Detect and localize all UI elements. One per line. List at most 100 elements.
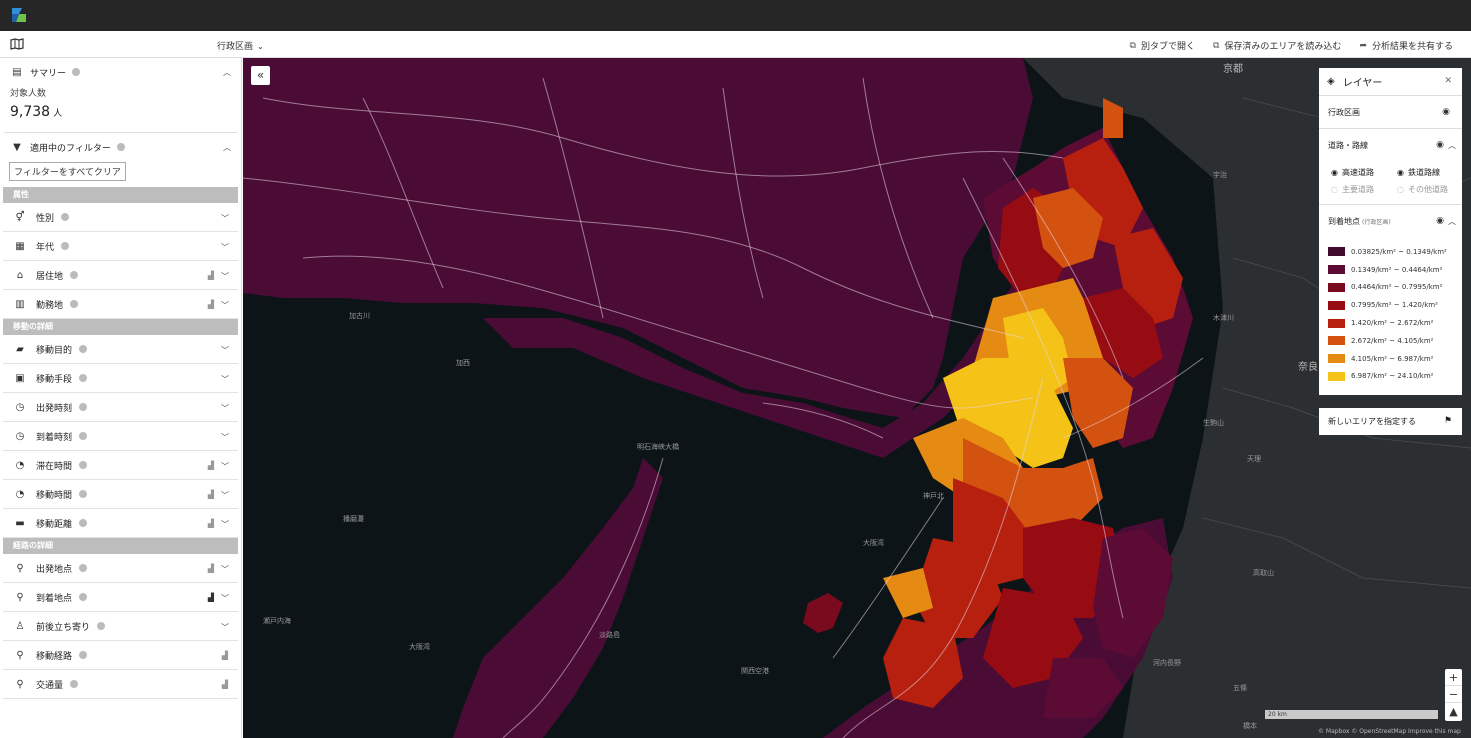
collapse-sidebar-button[interactable]: « <box>251 66 270 85</box>
filter-row-origin[interactable]: ⚲ 出発地点 ▟ ﹀ <box>3 554 238 583</box>
chevron-down-icon[interactable]: ﹀ <box>221 345 229 356</box>
filters-header[interactable]: ▼ 適用中のフィルター ︿ <box>0 133 241 161</box>
chevron-up-icon[interactable]: ︿ <box>223 142 231 153</box>
bar-chart-icon[interactable]: ▟ <box>208 519 214 528</box>
legend-label: 6.987/km² ~ 24.10/km² <box>1351 372 1434 381</box>
info-icon[interactable] <box>116 143 125 151</box>
clear-filters-button[interactable]: フィルターをすべてクリア <box>9 162 126 181</box>
layer-admin[interactable]: 行政区画 ◉ <box>1319 96 1462 129</box>
filter-row-travel-time[interactable]: ◔ 移動時間 ▟ ﹀ <box>3 480 238 509</box>
chevron-up-icon[interactable]: ︿ <box>1448 216 1456 227</box>
filter-row-departure-time[interactable]: ◷ 出発時刻 ﹀ <box>3 393 238 422</box>
filter-row-distance[interactable]: ▬ 移動距離 ▟ ﹀ <box>3 509 238 538</box>
bar-chart-icon[interactable]: ▟ <box>208 461 214 470</box>
filter-row-transport[interactable]: ▣ 移動手段 ﹀ <box>3 364 238 393</box>
info-icon[interactable] <box>79 651 88 659</box>
filter-row-arrival-time[interactable]: ◷ 到着時刻 ﹀ <box>3 422 238 451</box>
info-icon[interactable] <box>79 345 88 353</box>
eye-icon[interactable]: ◉ <box>1436 216 1444 226</box>
info-icon[interactable] <box>72 68 81 76</box>
info-icon[interactable] <box>97 622 106 630</box>
layer-type-select[interactable]: 行政区画 ⌄ <box>217 39 264 52</box>
share-results-button[interactable]: ➦ 分析結果を共有する <box>1359 39 1453 53</box>
filter-row-age[interactable]: ▦ 年代 ﹀ <box>3 232 238 261</box>
chevron-down-icon[interactable]: ﹀ <box>221 432 229 443</box>
bar-chart-icon[interactable]: ▟ <box>208 490 214 499</box>
info-icon[interactable] <box>61 242 70 250</box>
choropleth-map[interactable] <box>243 58 1471 738</box>
layer-arrival[interactable]: 到着地点 (行政区画) ◉ ︿ <box>1319 205 1462 238</box>
filter-row-route[interactable]: ⚲ 移動経路 ▟ <box>3 641 238 670</box>
chevron-down-icon[interactable]: ﹀ <box>221 213 229 224</box>
toggle-other-road[interactable]: ◌ その他道路 <box>1397 184 1463 195</box>
map-label-ikoma: 生駒山 <box>1203 419 1224 427</box>
info-icon[interactable] <box>61 213 70 221</box>
app-logo[interactable] <box>10 6 28 24</box>
info-icon[interactable] <box>70 300 79 308</box>
chevron-down-icon[interactable]: ﹀ <box>221 490 229 501</box>
bus-icon: ▣ <box>15 372 25 384</box>
filter-row-traffic[interactable]: ⚲ 交通量 ▟ <box>3 670 238 699</box>
chevron-down-icon[interactable]: ﹀ <box>221 622 229 633</box>
info-icon[interactable] <box>79 564 88 572</box>
chevron-down-icon[interactable]: ﹀ <box>221 300 229 311</box>
eye-icon[interactable]: ◉ <box>1436 140 1444 150</box>
filter-row-gender[interactable]: ⚥ 性別 ﹀ <box>3 203 238 232</box>
info-icon[interactable] <box>79 519 88 527</box>
map-icon[interactable] <box>10 38 24 50</box>
open-new-tab-button[interactable]: ⧉ 別タブで開く <box>1130 39 1195 53</box>
filter-row-stay-time[interactable]: ◔ 滞在時間 ▟ ﹀ <box>3 451 238 480</box>
info-icon[interactable] <box>70 271 79 279</box>
chevron-up-icon[interactable]: ︿ <box>1448 140 1456 151</box>
info-icon[interactable] <box>79 374 88 382</box>
close-icon[interactable]: ✕ <box>1444 76 1452 86</box>
info-icon[interactable] <box>79 432 88 440</box>
bar-chart-icon[interactable]: ▟ <box>208 271 214 280</box>
new-area-button[interactable]: 新しいエリアを指定する ⚑ <box>1319 408 1462 435</box>
chevron-down-icon[interactable]: ﹀ <box>221 593 229 604</box>
map-scale-bar: 20 km <box>1265 710 1438 719</box>
filter-row-workplace[interactable]: ▥ 勤務地 ▟ ﹀ <box>3 290 238 319</box>
road-type-toggles: ◉ 高速道路 ◉ 鉄道路線 ◌ 主要道路 ◌ その他道路 <box>1319 162 1462 205</box>
layer-roads[interactable]: 道路・路線 ◉ ︿ <box>1319 129 1462 162</box>
filter-row-destination[interactable]: ⚲ 到着地点 ▟ ﹀ <box>3 583 238 612</box>
summary-header[interactable]: ▤ サマリー ︿ <box>0 58 241 86</box>
info-icon[interactable] <box>79 403 88 411</box>
toggle-expressway[interactable]: ◉ 高速道路 <box>1331 167 1397 178</box>
bar-chart-icon[interactable]: ▟ <box>222 651 228 660</box>
compass-button[interactable]: ▲ <box>1445 703 1462 720</box>
chevron-down-icon[interactable]: ﹀ <box>221 564 229 575</box>
chevron-up-icon[interactable]: ︿ <box>223 67 231 78</box>
info-icon[interactable] <box>79 461 88 469</box>
target-count-unit: 人 <box>53 109 63 119</box>
chevron-down-icon[interactable]: ﹀ <box>221 271 229 282</box>
target-count-number: 9,738 <box>10 104 51 120</box>
chevron-down-icon[interactable]: ﹀ <box>221 242 229 253</box>
filter-row-purpose[interactable]: ▰ 移動目的 ﹀ <box>3 335 238 364</box>
toggle-main-road[interactable]: ◌ 主要道路 <box>1331 184 1397 195</box>
info-icon[interactable] <box>79 490 88 498</box>
chevron-down-icon[interactable]: ﹀ <box>221 519 229 530</box>
toggle-railway-label: 鉄道路線 <box>1407 168 1440 177</box>
bar-chart-icon[interactable]: ▟ <box>208 564 214 573</box>
map-canvas[interactable]: « 京都 宇治 木津川 奈良 天理 生駒山 高取山 五條 河内長野 橋本 加古川… <box>243 58 1471 738</box>
eye-icon[interactable]: ◉ <box>1442 107 1450 117</box>
map-attribution[interactable]: © Mapbox © OpenStreetMap Improve this ma… <box>1318 728 1461 735</box>
chevron-down-icon[interactable]: ﹀ <box>221 374 229 385</box>
zoom-out-button[interactable]: − <box>1445 686 1462 703</box>
toggle-railway[interactable]: ◉ 鉄道路線 <box>1397 167 1463 178</box>
load-saved-area-button[interactable]: ⧉ 保存済みのエリアを読み込む <box>1213 39 1341 53</box>
filter-row-residence[interactable]: ⌂ 居住地 ▟ ﹀ <box>3 261 238 290</box>
chevron-down-icon[interactable]: ﹀ <box>221 461 229 472</box>
chevron-down-icon[interactable]: ﹀ <box>221 403 229 414</box>
info-icon[interactable] <box>79 593 88 601</box>
filter-row-stopover[interactable]: ♙ 前後立ち寄り ﹀ <box>3 612 238 641</box>
bar-chart-icon[interactable]: ▟ <box>222 680 228 689</box>
toggle-other-road-label: その他道路 <box>1407 185 1448 194</box>
map-label-hashimoto: 橋本 <box>1243 722 1257 730</box>
bar-chart-icon[interactable]: ▟ <box>208 593 214 602</box>
info-icon[interactable] <box>70 680 79 688</box>
zoom-in-button[interactable]: + <box>1445 669 1462 686</box>
map-label-awaji: 淡路島 <box>599 631 620 639</box>
bar-chart-icon[interactable]: ▟ <box>208 300 214 309</box>
